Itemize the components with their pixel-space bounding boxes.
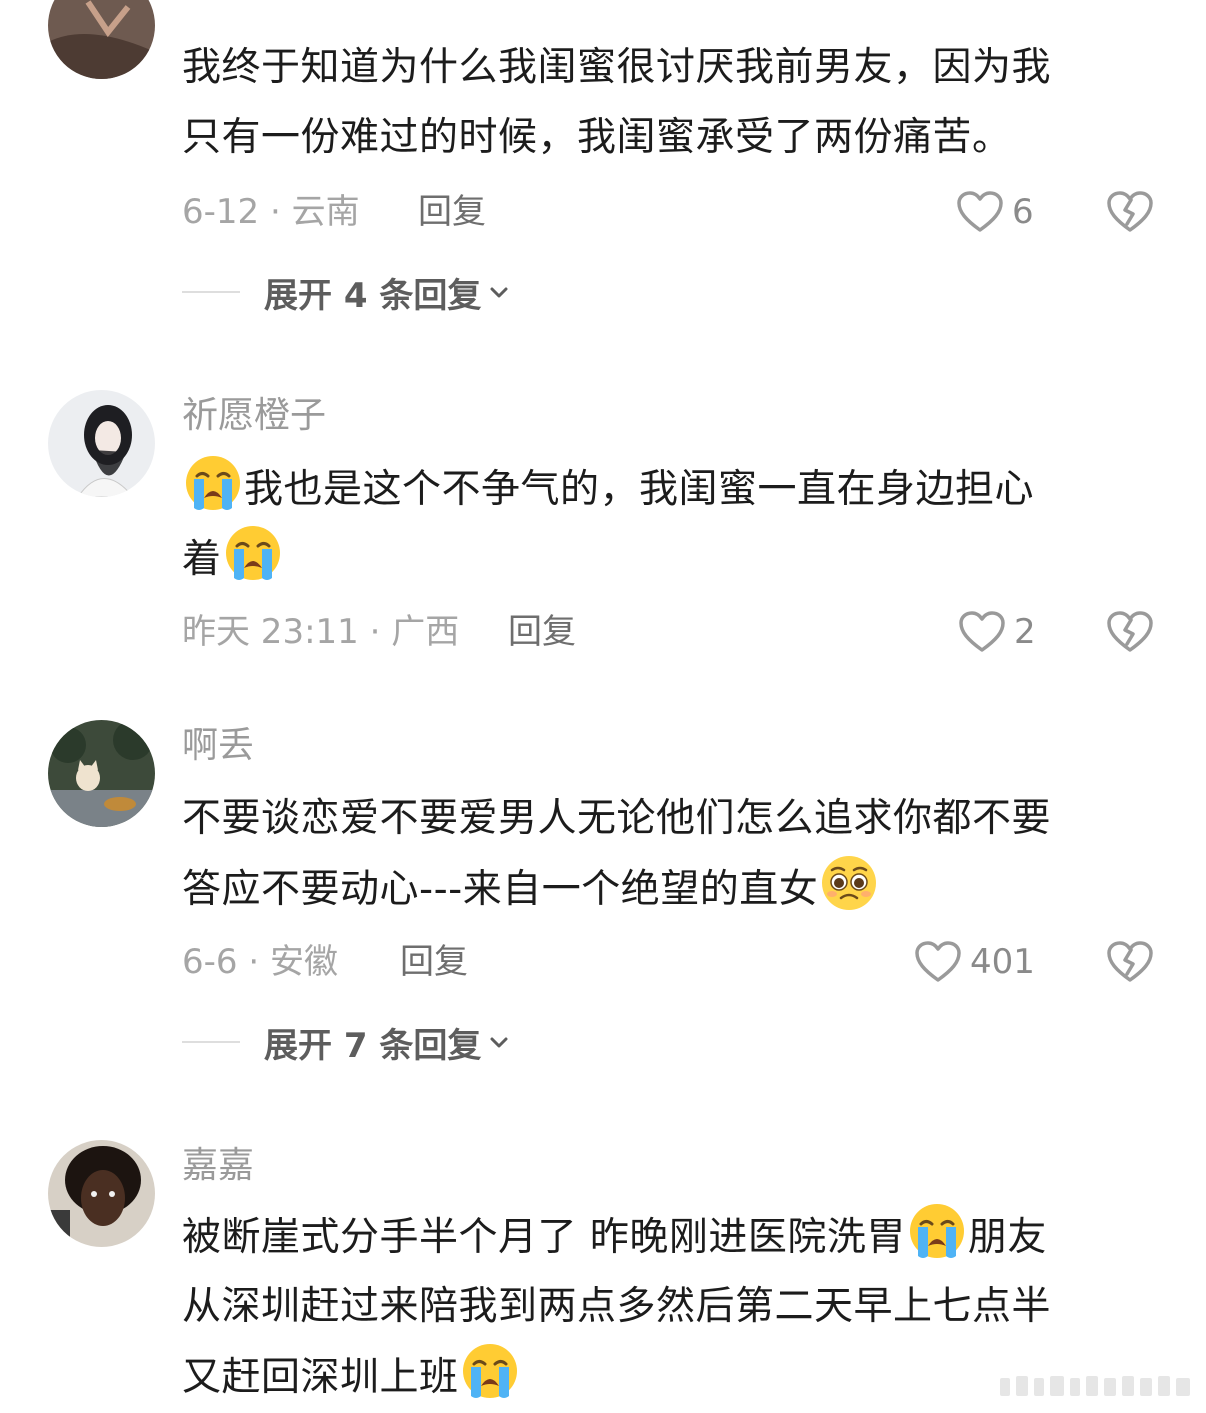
comment-text-line: 我也是这个不争气的，我闺蜜一直在身边担心 xyxy=(182,454,1172,524)
dislike-button[interactable] xyxy=(1106,610,1154,654)
like-button[interactable]: 401 xyxy=(914,940,1035,984)
heart-outline-icon xyxy=(956,190,1004,234)
comment-text-line: 答应不要动心---来自一个绝望的直女 xyxy=(182,854,1172,924)
username[interactable]: 啊丢 xyxy=(182,724,254,768)
loudly-crying-face-emoji xyxy=(224,524,282,582)
comment-meta: 6-6 · 安徽 xyxy=(182,942,338,982)
broken-heart-icon xyxy=(1106,190,1154,234)
expand-replies-label: 展开 4 条回复 xyxy=(264,275,482,316)
comment-meta: 6-12 · 云南 xyxy=(182,192,360,232)
heart-outline-icon xyxy=(958,610,1006,654)
comment-text-fragment: 答应不要动心---来自一个绝望的直女 xyxy=(182,867,819,912)
reply-button[interactable]: 回复 xyxy=(400,940,468,984)
comment-text-line: 只有一份难过的时候，我闺蜜承受了两份痛苦。 xyxy=(182,115,1012,160)
comment-text: 不要谈恋爱不要爱男人无论他们怎么追求你都不要 答应不要动心---来自一个绝望的直… xyxy=(182,784,1172,924)
comment-text: 我也是这个不争气的，我闺蜜一直在身边担心 着 xyxy=(182,454,1172,594)
comment-meta: 昨天 23:11 · 广西 xyxy=(182,612,460,652)
comment-text-fragment: 我也是这个不争气的，我闺蜜一直在身边担心 xyxy=(244,467,1035,512)
avatar[interactable] xyxy=(48,720,155,827)
broken-heart-icon xyxy=(1106,610,1154,654)
loudly-crying-face-emoji xyxy=(461,1342,519,1400)
dislike-button[interactable] xyxy=(1106,190,1154,234)
chevron-down-icon xyxy=(487,280,511,304)
comment-text-fragment: 朋友 xyxy=(967,1215,1047,1260)
comment-text-fragment: 被断崖式分手半个月了 昨晚刚进医院洗胃 xyxy=(182,1215,906,1260)
comment-text-line: 着 xyxy=(182,524,1172,594)
reply-button[interactable]: 回复 xyxy=(508,610,576,654)
like-button[interactable]: 2 xyxy=(958,610,1036,654)
reply-button[interactable]: 回复 xyxy=(418,190,486,234)
username[interactable]: 祈愿橙子 xyxy=(182,394,326,438)
chevron-down-icon xyxy=(487,1030,511,1054)
expand-replies-label: 展开 7 条回复 xyxy=(264,1025,482,1066)
expand-replies-button[interactable]: 展开 7 条回复 xyxy=(182,1020,511,1066)
comment-text-fragment: 又赶回深圳上班 xyxy=(182,1355,459,1400)
comment-text-line: 被断崖式分手半个月了 昨晚刚进医院洗胃 朋友 xyxy=(182,1202,1172,1272)
watermark-logo xyxy=(1000,1376,1190,1396)
divider xyxy=(182,291,240,293)
like-count: 6 xyxy=(1012,192,1034,232)
broken-heart-icon xyxy=(1106,940,1154,984)
username[interactable]: 嘉嘉 xyxy=(182,1144,254,1188)
avatar[interactable] xyxy=(48,1140,155,1247)
divider xyxy=(182,1041,240,1043)
comment-text: 我终于知道为什么我闺蜜很讨厌我前男友，因为我 只有一份难过的时候，我闺蜜承受了两… xyxy=(182,33,1172,173)
comment-text-line: 我终于知道为什么我闺蜜很讨厌我前男友，因为我 xyxy=(182,45,1052,90)
heart-outline-icon xyxy=(914,940,962,984)
loudly-crying-face-emoji xyxy=(908,1202,966,1260)
comment-text-fragment: 着 xyxy=(182,537,222,582)
comment-text-line: 从深圳赶过来陪我到两点多然后第二天早上七点半 xyxy=(182,1284,1052,1329)
avatar[interactable] xyxy=(48,0,155,79)
dislike-button[interactable] xyxy=(1106,940,1154,984)
loudly-crying-face-emoji xyxy=(184,454,242,512)
like-button[interactable]: 6 xyxy=(956,190,1034,234)
like-count: 401 xyxy=(970,942,1035,982)
expand-replies-button[interactable]: 展开 4 条回复 xyxy=(182,270,511,316)
avatar[interactable] xyxy=(48,390,155,497)
comment-text-line: 不要谈恋爱不要爱男人无论他们怎么追求你都不要 xyxy=(182,796,1052,841)
pleading-face-emoji xyxy=(820,854,878,912)
like-count: 2 xyxy=(1014,612,1036,652)
